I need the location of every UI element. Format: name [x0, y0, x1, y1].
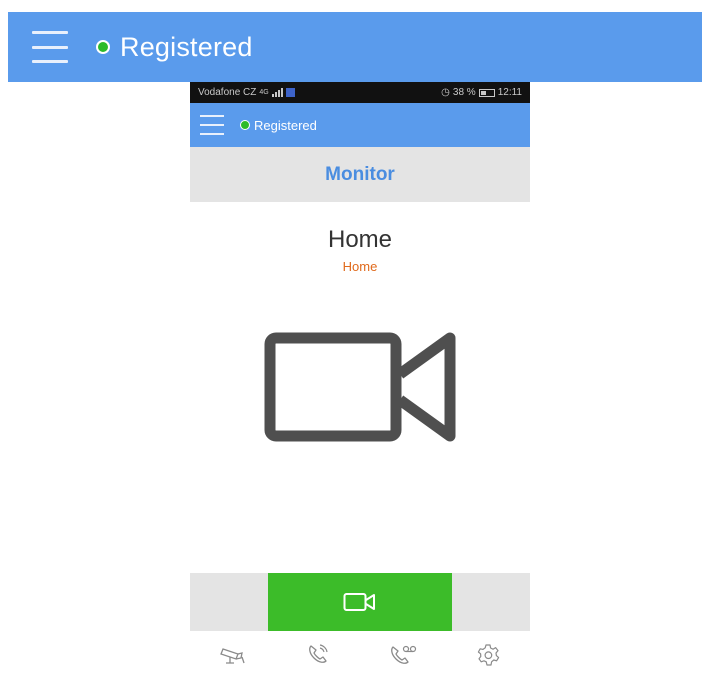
phone-screen: Vodafone CZ 4G ◷ 38 % 12:11 Registered M… [190, 82, 530, 679]
call-action-bar [190, 573, 530, 631]
battery-icon [478, 88, 495, 97]
device-name: Home [327, 226, 393, 253]
device-subtitle: Home [342, 259, 378, 274]
tab-voicemail[interactable] [360, 631, 445, 679]
hamburger-menu-icon[interactable] [200, 115, 224, 135]
top-app-bar: Registered [8, 12, 702, 82]
alarm-icon: ◷ [441, 87, 450, 98]
video-camera-icon [264, 332, 456, 442]
page: Registered Vodafone CZ 4G ◷ 38 % 12:11 R… [0, 0, 702, 679]
tab-monitor[interactable] [190, 631, 275, 679]
tab-settings[interactable] [445, 631, 530, 679]
phone-voicemail-icon [390, 645, 416, 664]
cctv-camera-icon [219, 648, 245, 664]
bottom-tab-bar [190, 631, 530, 679]
phone-ringing-icon [308, 644, 328, 663]
signal-icon [271, 88, 283, 97]
video-call-button[interactable] [268, 573, 452, 631]
clock-time: 12:11 [497, 87, 522, 98]
sim-card-icon [285, 88, 295, 97]
registration-status: Registered [254, 117, 317, 133]
section-header: Monitor [190, 147, 530, 202]
registration-status: Registered [120, 31, 253, 62]
system-status-bar: Vodafone CZ 4G ◷ 38 % 12:11 [190, 82, 530, 103]
registered-status-dot [96, 40, 110, 54]
app-bar: Registered [190, 103, 530, 147]
network-type: 4G [259, 89, 269, 96]
gear-icon [477, 644, 499, 666]
registered-status-dot [240, 120, 250, 130]
carrier-name: Vodafone CZ [198, 87, 257, 98]
battery-percent: 38 % [452, 87, 476, 98]
video-camera-icon [343, 593, 375, 611]
section-title: Monitor [325, 163, 395, 185]
hamburger-menu-icon[interactable] [32, 31, 68, 63]
tab-calls[interactable] [275, 631, 360, 679]
